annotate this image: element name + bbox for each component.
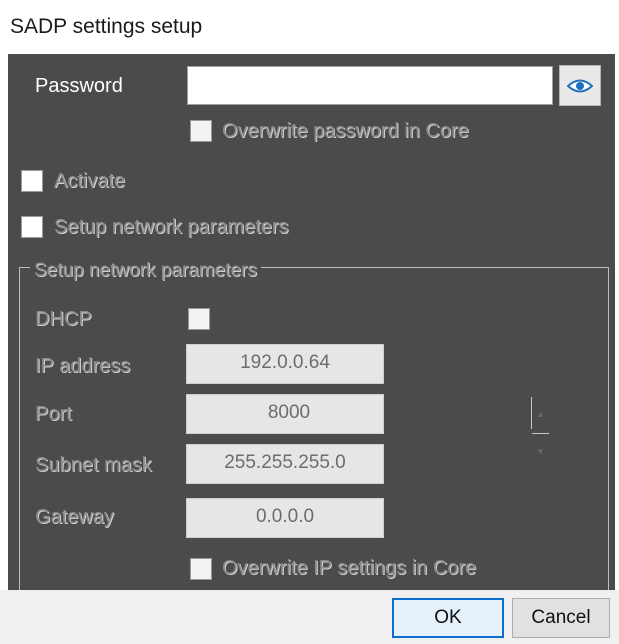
ip-address-label: IP address xyxy=(35,355,131,377)
spin-down-icon[interactable]: ▼ xyxy=(532,434,549,470)
window-title: SADP settings setup xyxy=(10,15,203,38)
cancel-button[interactable]: Cancel xyxy=(512,598,610,638)
subnet-mask-field[interactable]: 255.255.255.0 xyxy=(186,444,384,484)
eye-icon xyxy=(567,79,593,92)
dhcp-checkbox[interactable] xyxy=(188,308,210,330)
subnet-mask-label: Subnet mask xyxy=(35,454,152,476)
port-field[interactable]: 8000 ▲ ▼ xyxy=(186,394,549,456)
dhcp-label: DHCP xyxy=(35,308,92,330)
setup-network-label: Setup network parameters xyxy=(54,216,289,238)
activate-checkbox[interactable] xyxy=(21,170,43,192)
network-group-title: Setup network parameters xyxy=(30,260,261,282)
gateway-label: Gateway xyxy=(35,506,114,528)
overwrite-password-checkbox[interactable] xyxy=(190,120,212,142)
dialog-footer: OK Cancel xyxy=(0,590,619,644)
title-bar: SADP settings setup xyxy=(0,0,619,54)
password-label: Password xyxy=(35,75,123,97)
port-value: 8000 xyxy=(267,402,311,423)
overwrite-ip-label: Overwrite IP settings in Core xyxy=(222,557,477,579)
show-password-button[interactable] xyxy=(559,65,601,106)
gateway-field[interactable]: 0.0.0.0 xyxy=(186,498,384,538)
overwrite-password-label: Overwrite password in Core xyxy=(222,120,469,142)
password-input[interactable] xyxy=(187,66,553,105)
overwrite-ip-checkbox[interactable] xyxy=(190,558,212,580)
settings-panel: Password Overwrite password in Core Acti… xyxy=(8,54,615,590)
activate-label: Activate xyxy=(54,170,126,192)
spin-up-icon[interactable]: ▲ xyxy=(532,397,549,434)
port-spinner[interactable]: ▲ ▼ xyxy=(531,397,549,456)
ok-button[interactable]: OK xyxy=(392,598,504,638)
ip-address-field[interactable]: 192.0.0.64 xyxy=(186,344,384,384)
setup-network-checkbox[interactable] xyxy=(21,216,43,238)
port-label: Port xyxy=(35,403,72,425)
